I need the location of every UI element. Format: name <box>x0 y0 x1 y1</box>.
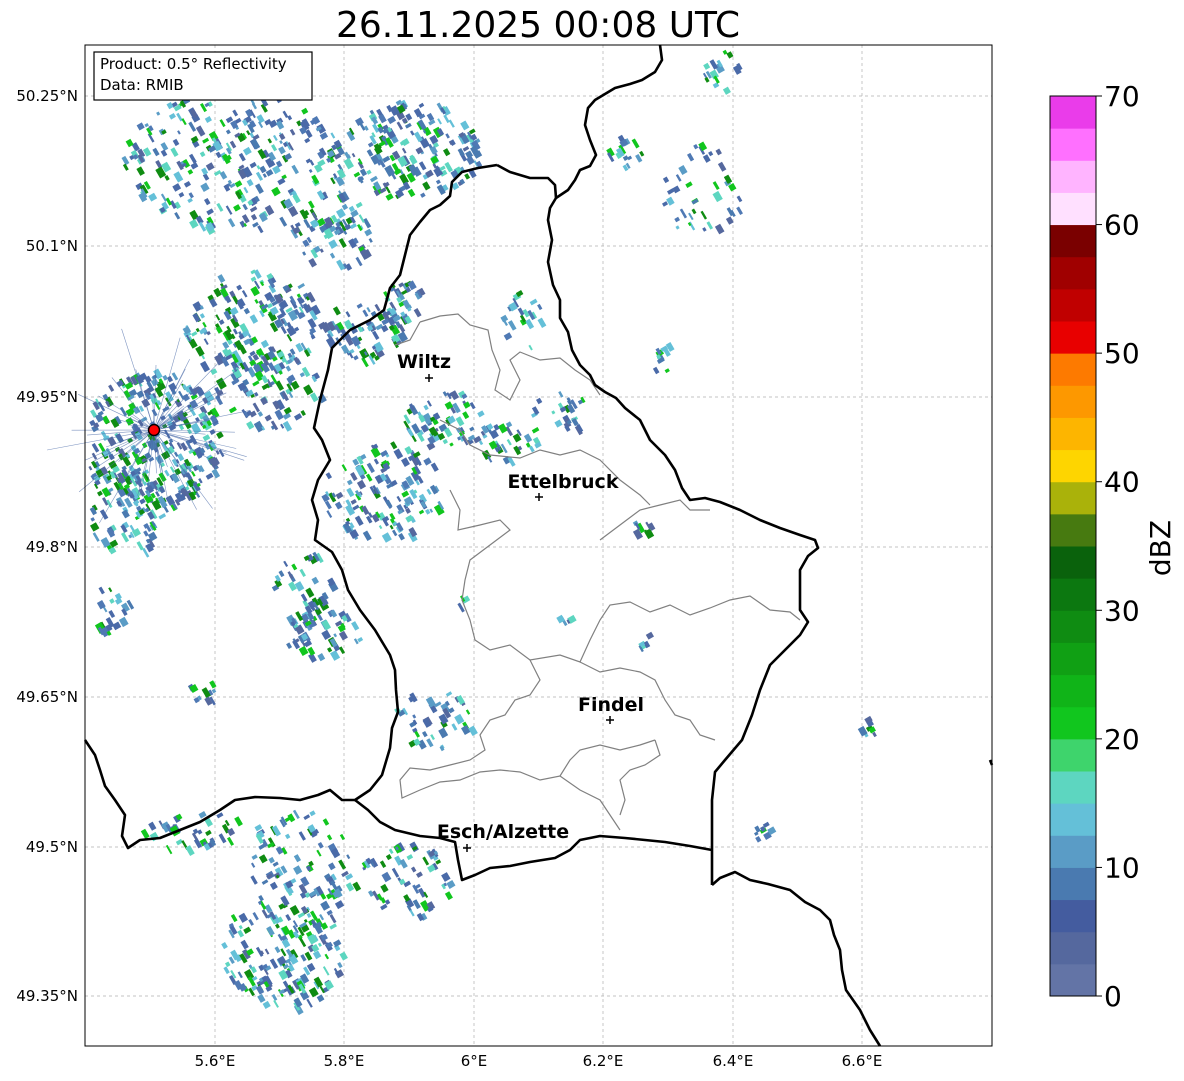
colorbar-swatch <box>1050 963 1096 997</box>
latitude-axis: 50.25°N 50.1°N 49.95°N 49.8°N 49.65°N 49.5°N 4… <box>16 87 78 1005</box>
colorbar-swatch <box>1050 160 1096 193</box>
colorbar-swatch <box>1050 96 1096 129</box>
colorbar-swatch <box>1050 192 1096 226</box>
lat-tick-label: 49.65°N <box>16 688 78 706</box>
colorbar-swatch <box>1050 835 1096 868</box>
colorbar-tick-label: 30 <box>1104 594 1140 627</box>
radar-map-figure: 26.11.2025 00:08 UTC WiltzEttelbruckFind… <box>16 5 1177 1070</box>
colorbar-swatch <box>1050 610 1096 643</box>
lat-tick-label: 49.35°N <box>16 987 78 1005</box>
colorbar-tick-label: 50 <box>1104 337 1140 370</box>
colorbar-swatch <box>1050 674 1096 708</box>
city-label: Esch/Alzette <box>437 821 569 843</box>
colorbar-swatch <box>1050 867 1096 901</box>
colorbar-swatch <box>1050 449 1096 483</box>
lon-tick-label: 6.2°E <box>583 1052 624 1070</box>
info-box: Product: 0.5° Reflectivity Data: RMIB <box>93 51 313 101</box>
lon-tick-label: 5.6°E <box>195 1052 236 1070</box>
longitude-axis: 5.6°E 5.8°E 6°E 6.2°E 6.4°E 6.6°E <box>195 1052 883 1070</box>
lat-tick-label: 50.25°N <box>16 87 78 105</box>
colorbar-swatch <box>1050 513 1096 547</box>
colorbar-swatch <box>1050 642 1096 676</box>
colorbar-swatch <box>1050 385 1096 418</box>
colorbar-swatch <box>1050 256 1096 290</box>
colorbar-swatch <box>1050 706 1096 740</box>
colorbar-swatch <box>1050 738 1096 772</box>
colorbar-tick-label: 60 <box>1104 209 1140 242</box>
colorbar-swatch <box>1050 321 1096 354</box>
city-label: Wiltz <box>397 351 451 373</box>
colorbar-swatch <box>1050 481 1096 515</box>
lat-tick-label: 49.95°N <box>16 388 78 406</box>
colorbar-tick-label: 40 <box>1104 466 1140 499</box>
lon-tick-label: 6°E <box>461 1052 488 1070</box>
map-area: Wiltz Ettelbruck Findel Esch/Alzette <box>47 44 994 1047</box>
colorbar-label: dBZ <box>1144 520 1177 576</box>
colorbar-swatch <box>1050 931 1096 965</box>
colorbar-swatch <box>1050 417 1096 451</box>
colorbar-swatch <box>1050 224 1096 258</box>
colorbar-tick-label: 20 <box>1104 723 1140 756</box>
colorbar-tick-label: 0 <box>1104 980 1122 1013</box>
info-data-text: Data: RMIB <box>100 76 184 94</box>
colorbar-swatch <box>1050 128 1096 161</box>
colorbar-swatch <box>1050 546 1096 579</box>
colorbar-swatch <box>1050 771 1096 804</box>
city-label: Findel <box>578 694 644 716</box>
lon-tick-label: 5.8°E <box>324 1052 365 1070</box>
lon-tick-label: 6.4°E <box>713 1052 754 1070</box>
city-label: Ettelbruck <box>508 471 619 493</box>
lat-tick-label: 50.1°N <box>26 237 78 255</box>
info-product-text: Product: 0.5° Reflectivity <box>100 55 287 73</box>
colorbar-tick-label: 70 <box>1104 80 1140 113</box>
colorbar-swatch <box>1050 353 1096 386</box>
colorbar-swatch <box>1050 578 1096 611</box>
colorbar-swatch <box>1050 803 1096 836</box>
colorbar: 0 10 20 30 40 50 60 70 <box>1049 80 1140 1013</box>
colorbar-swatch <box>1050 288 1096 322</box>
lon-tick-label: 6.6°E <box>842 1052 883 1070</box>
lat-tick-label: 49.5°N <box>26 838 78 856</box>
colorbar-tick-label: 10 <box>1104 851 1140 884</box>
lat-tick-label: 49.8°N <box>26 538 78 556</box>
map-title: 26.11.2025 00:08 UTC <box>336 5 740 46</box>
colorbar-swatch <box>1050 899 1096 933</box>
radar-site-marker <box>147 423 161 437</box>
